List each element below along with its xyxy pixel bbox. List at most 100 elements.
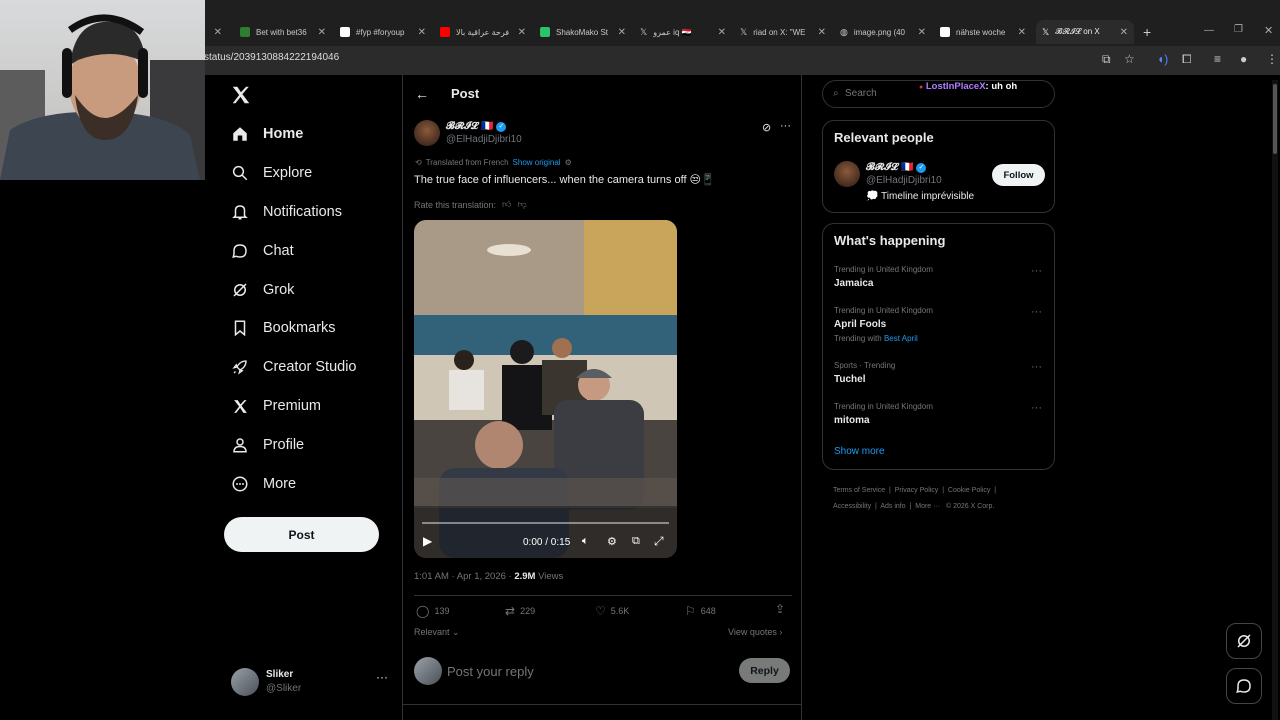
profile-avatar-icon[interactable]: ● (1240, 52, 1247, 66)
extension-audio-icon[interactable]: ◖) (1157, 52, 1168, 66)
settings-gear-icon[interactable]: ⚙ (607, 535, 617, 548)
follow-button[interactable]: Follow (992, 164, 1045, 186)
like-action[interactable]: ♡ 5.6K (595, 604, 629, 618)
browser-tab[interactable]: #fyp #foryoup ✕ (334, 20, 432, 44)
close-icon[interactable]: ✕ (418, 27, 426, 38)
volume-icon[interactable]: 🔈︎ (582, 535, 589, 548)
post-button[interactable]: Post (224, 517, 379, 552)
footer-link[interactable]: Ads info (880, 503, 905, 510)
close-icon[interactable]: ✕ (214, 27, 222, 38)
close-icon[interactable]: ✕ (618, 27, 626, 38)
new-tab-button[interactable]: + (1143, 24, 1151, 40)
sort-relevant-dropdown[interactable]: Relevant ⌄ (414, 627, 460, 638)
share-icon[interactable]: ⇪ (775, 602, 785, 616)
author-handle[interactable]: @ElHadjiDjibri10 (446, 134, 522, 145)
footer-link[interactable]: Accessibility (833, 503, 871, 510)
reply-input[interactable] (447, 660, 707, 682)
thumbs-down-icon[interactable]: 👎︎ (517, 199, 526, 210)
sidebar-item-chat[interactable]: Chat (230, 241, 294, 261)
more-dots-icon[interactable]: ··· (1031, 361, 1042, 373)
maximize-button[interactable]: ❐ (1234, 24, 1243, 35)
avatar (414, 657, 442, 685)
settings-icon[interactable]: ⚙ (565, 158, 572, 167)
person-avatar[interactable] (834, 161, 860, 187)
sidebar-item-more[interactable]: More (230, 474, 296, 494)
fullscreen-icon[interactable]: ⤢ (654, 534, 664, 549)
person-handle[interactable]: @ElHadjiDjibri10 (866, 175, 942, 186)
browser-tab[interactable]: nähste woche ✕ (934, 20, 1032, 44)
search-input[interactable] (845, 88, 925, 99)
person-name[interactable]: 𝓑𝓡𝓘𝓛 🇨🇵 ✓ (866, 162, 927, 173)
play-icon[interactable]: ▶ (423, 534, 432, 548)
url-field[interactable]: status/2039130884222194046 (204, 52, 339, 63)
post-timestamp[interactable]: 1:01 AM · Apr 1, 2026 · (414, 571, 514, 582)
close-icon[interactable]: ✕ (318, 27, 326, 38)
sidebar-item-notifications[interactable]: Notifications (230, 202, 342, 222)
grok-float-button[interactable] (1226, 623, 1262, 659)
star-icon[interactable]: ☆ (1124, 52, 1135, 66)
footer-link[interactable]: Terms of Service (833, 487, 885, 494)
close-icon[interactable]: ✕ (1120, 27, 1128, 38)
browser-tab-active[interactable]: 𝕏 𝓑𝓡𝓘𝓛 on X ✕ (1036, 20, 1134, 44)
video-progress-bar[interactable] (422, 522, 669, 524)
scrollbar[interactable] (1272, 80, 1278, 720)
browser-tab[interactable]: 𝕏riad on X: "WE ✕ (734, 20, 832, 44)
browser-tab[interactable]: 𝕏 عمرو iq 🇮🇶 ✕ (634, 20, 732, 44)
close-icon[interactable]: ✕ (1018, 27, 1026, 38)
more-dots-icon[interactable]: ··· (376, 670, 388, 684)
scrollbar-thumb[interactable] (1273, 84, 1277, 154)
sidebar-item-grok[interactable]: Grok (230, 280, 294, 300)
trend-item[interactable]: Trending in United Kingdom April Fools T… (834, 306, 1044, 343)
sidebar-item-explore[interactable]: Explore (230, 163, 312, 183)
browser-tab[interactable]: ShakoMako St ✕ (534, 20, 632, 44)
close-icon[interactable]: ✕ (718, 27, 726, 38)
grok-icon[interactable]: ⊘ (762, 121, 771, 134)
sidebar-item-profile[interactable]: Profile (230, 435, 304, 455)
window-close-button[interactable]: ✕ (1264, 24, 1273, 37)
repost-action[interactable]: ⇄ 229 (505, 604, 535, 618)
footer-link[interactable]: Privacy Policy (895, 487, 939, 494)
back-arrow-icon[interactable]: ← (415, 86, 429, 102)
media-controls-icon[interactable]: ≡ (1214, 52, 1221, 66)
more-dots-icon[interactable]: ··· (780, 120, 791, 132)
browser-tab[interactable]: Bet with bet36 ✕ (234, 20, 332, 44)
bookmark-action[interactable]: ⚐ 648 (685, 604, 716, 618)
sidebar-item-premium[interactable]: Premium (230, 396, 321, 416)
picture-in-picture-icon[interactable]: ⧉ (632, 535, 640, 548)
footer-link[interactable]: Cookie Policy (948, 487, 990, 494)
messages-float-button[interactable] (1226, 668, 1262, 704)
more-dots-icon[interactable]: ··· (1031, 265, 1042, 277)
close-icon[interactable]: ✕ (518, 27, 526, 38)
thumbs-up-icon[interactable]: 👍︎ (502, 199, 511, 210)
video-player[interactable]: ▶ 0:00 / 0:15 🔈︎ ⚙ ⧉ ⤢ (414, 220, 677, 558)
trend-item[interactable]: Trending in United Kingdom mitoma (834, 402, 1044, 426)
minimize-button[interactable]: — (1204, 25, 1214, 36)
author-name[interactable]: 𝓑𝓡𝓘𝓛 🇨🇵 ✓ (446, 121, 507, 132)
trend-item[interactable]: Sports · Trending Tuchel (834, 361, 1044, 385)
tab-partial[interactable]: ✕ (214, 20, 228, 44)
close-icon[interactable]: ✕ (918, 27, 926, 38)
reply-action[interactable]: ◯ 139 (416, 604, 449, 618)
footer-link[interactable]: More ··· (915, 503, 940, 510)
more-dots-icon[interactable]: ··· (1031, 402, 1042, 414)
install-app-icon[interactable]: ⧉ (1102, 52, 1111, 67)
show-more-link[interactable]: Show more (834, 446, 885, 457)
author-avatar[interactable] (414, 120, 440, 146)
trend-item[interactable]: Trending in United Kingdom Jamaica (834, 265, 1044, 289)
more-dots-icon[interactable]: ··· (1031, 306, 1042, 318)
browser-tab[interactable]: فرحة عراقية بالا ✕ (434, 20, 532, 44)
browser-menu-icon[interactable]: ⋮ (1266, 52, 1278, 66)
account-switcher[interactable]: Sliker @Sliker ··· (231, 668, 391, 698)
person-icon (230, 435, 250, 455)
browser-tab[interactable]: ◍ image.png (40 ✕ (834, 20, 932, 44)
sidebar-item-creator-studio[interactable]: Creator Studio (230, 357, 357, 377)
show-original-link[interactable]: Show original (513, 158, 561, 167)
extensions-puzzle-icon[interactable]: ⧠ (1182, 52, 1192, 67)
x-logo-icon[interactable] (230, 84, 252, 111)
sidebar-item-bookmarks[interactable]: Bookmarks (230, 318, 336, 338)
trending-with-link[interactable]: Best April (884, 334, 918, 343)
sidebar-item-home[interactable]: Home (230, 124, 303, 144)
view-quotes-link[interactable]: View quotes › (728, 627, 782, 637)
close-icon[interactable]: ✕ (818, 27, 826, 38)
reply-button[interactable]: Reply (739, 658, 790, 683)
